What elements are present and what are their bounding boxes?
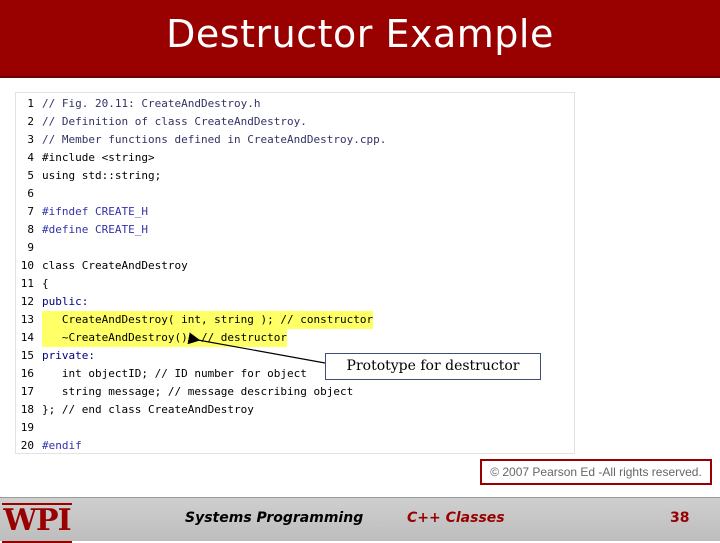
line-text: // Fig. 20.11: CreateAndDestroy.h: [42, 97, 261, 110]
footer-topic: C++ Classes: [407, 510, 505, 526]
line-text: #endif: [42, 439, 82, 452]
line-text: #define CREATE_H: [42, 223, 148, 236]
code-line: 6: [16, 185, 574, 203]
line-text: #include <string>: [42, 151, 155, 164]
code-line: 20 #endif: [16, 437, 574, 455]
code-line: 2 // Definition of class CreateAndDestroy…: [16, 113, 574, 131]
code-line: 3 // Member functions defined in CreateAn…: [16, 131, 574, 149]
line-number: 16: [20, 367, 34, 380]
code-line: 12 public:: [16, 293, 574, 311]
line-number: 5: [27, 169, 34, 182]
line-number: 2: [27, 115, 34, 128]
line-text: private:: [42, 349, 95, 362]
code-line: 11 {: [16, 275, 574, 293]
line-number: 12: [20, 295, 34, 308]
line-number: 11: [20, 277, 34, 290]
code-line: 8 #define CREATE_H: [16, 221, 574, 239]
code-line: 5 using std::string;: [16, 167, 574, 185]
line-text: public:: [42, 295, 89, 308]
code-line-highlighted: 14 ~CreateAndDestroy(); // destructor: [16, 329, 574, 347]
line-number: 17: [20, 385, 34, 398]
line-text: int objectID; // ID number for object: [42, 367, 307, 380]
line-number: 14: [20, 331, 34, 344]
line-number: 8: [27, 223, 34, 236]
line-number: 10: [20, 259, 34, 272]
code-line-highlighted: 13 CreateAndDestroy( int, string ); // c…: [16, 311, 574, 329]
code-line: 1 // Fig. 20.11: CreateAndDestroy.h: [16, 95, 574, 113]
code-line: 17 string message; // message describing…: [16, 383, 574, 401]
line-number: 20: [20, 439, 34, 452]
code-line: 4 #include <string>: [16, 149, 574, 167]
line-number: 13: [20, 313, 34, 326]
line-text: #ifndef CREATE_H: [42, 205, 148, 218]
line-number: 15: [20, 349, 34, 362]
code-line: 9: [16, 239, 574, 257]
line-number: 7: [27, 205, 34, 218]
line-text: // Member functions defined in CreateAnd…: [42, 133, 387, 146]
line-text: }; // end class CreateAndDestroy: [42, 403, 254, 416]
line-number: 6: [27, 187, 34, 200]
line-number: 18: [20, 403, 34, 416]
line-number: 19: [20, 421, 34, 434]
slide-title: Destructor Example: [166, 12, 554, 56]
line-text: using std::string;: [42, 169, 162, 182]
line-text: string message; // message describing ob…: [42, 385, 354, 398]
wpi-logo: WPI: [2, 503, 72, 543]
copyright-notice: © 2007 Pearson Ed -All rights reserved.: [480, 459, 712, 485]
line-text: ~CreateAndDestroy(); // destructor: [42, 329, 288, 347]
line-text: {: [42, 277, 49, 290]
page-number: 38: [670, 510, 690, 526]
line-number: 4: [27, 151, 34, 164]
line-text: class CreateAndDestroy: [42, 259, 188, 272]
code-line: 19: [16, 419, 574, 437]
line-number: 3: [27, 133, 34, 146]
line-number: 1: [27, 97, 34, 110]
code-line: 10 class CreateAndDestroy: [16, 257, 574, 275]
line-text: CreateAndDestroy( int, string ); // cons…: [42, 311, 374, 329]
code-line: 18 }; // end class CreateAndDestroy: [16, 401, 574, 419]
code-line: 7 #ifndef CREATE_H: [16, 203, 574, 221]
code-listing: 1 // Fig. 20.11: CreateAndDestroy.h 2 // D…: [16, 93, 574, 453]
line-number: 9: [27, 241, 34, 254]
line-text: // Definition of class CreateAndDestroy.: [42, 115, 307, 128]
callout-label: Prototype for destructor: [325, 353, 541, 380]
footer-course: Systems Programming: [185, 510, 364, 526]
title-bar: Destructor Example: [0, 0, 720, 78]
